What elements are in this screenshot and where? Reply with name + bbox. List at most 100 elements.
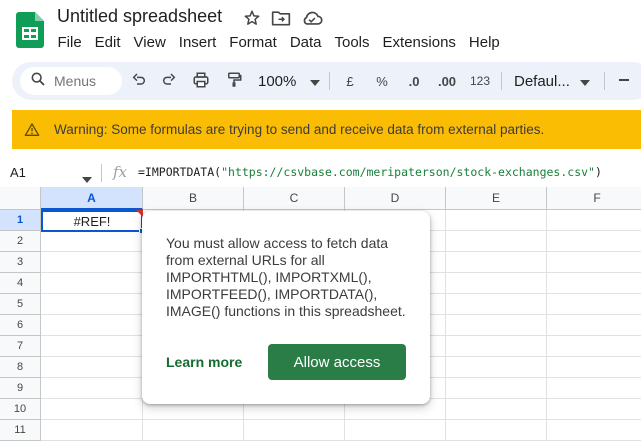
cell-e1[interactable] (446, 210, 547, 231)
print-button[interactable] (189, 69, 213, 93)
menu-format[interactable]: Format (223, 31, 284, 54)
column-header-c[interactable]: C (244, 187, 345, 210)
cell-f4[interactable] (547, 273, 641, 294)
row-header-2[interactable]: 2 (0, 231, 41, 252)
cell-e4[interactable] (446, 273, 547, 294)
menu-extensions[interactable]: Extensions (376, 31, 462, 54)
cell-f3[interactable] (547, 252, 641, 273)
cell-a9[interactable] (41, 378, 143, 399)
popup-line: from external URLs for all (166, 252, 325, 268)
increase-decimal-button[interactable]: .00 (433, 69, 461, 93)
cell-e7[interactable] (446, 336, 547, 357)
cell-a11[interactable] (41, 420, 143, 441)
allow-access-button[interactable]: Allow access (268, 344, 406, 380)
cell-f11[interactable] (547, 420, 641, 441)
learn-more-link[interactable]: Learn more (166, 354, 242, 370)
star-icon[interactable] (243, 9, 261, 27)
sheets-logo-icon[interactable] (16, 12, 44, 48)
warning-text: Warning: Some formulas are trying to sen… (54, 122, 545, 137)
paint-format-button[interactable] (222, 69, 246, 93)
doc-title[interactable]: Untitled spreadsheet (57, 6, 222, 27)
formula-input[interactable]: =IMPORTDATA("https://csvbase.com/meripat… (138, 165, 602, 179)
row-header-6[interactable]: 6 (0, 315, 41, 336)
select-all-corner[interactable] (0, 187, 41, 210)
menu-view[interactable]: View (127, 31, 172, 54)
decrease-decimal-button[interactable]: .0 (402, 69, 426, 93)
move-folder-icon[interactable] (271, 9, 291, 27)
cell-e3[interactable] (446, 252, 547, 273)
undo-button[interactable] (128, 69, 150, 93)
cell-f1[interactable] (547, 210, 641, 231)
column-header-d[interactable]: D (345, 187, 446, 210)
cell-f8[interactable] (547, 357, 641, 378)
redo-button[interactable] (158, 69, 180, 93)
cell-f7[interactable] (547, 336, 641, 357)
row-header-5[interactable]: 5 (0, 294, 41, 315)
column-header-b[interactable]: B (143, 187, 244, 210)
cell-e2[interactable] (446, 231, 547, 252)
font-family-select[interactable]: Defaul... (514, 69, 594, 93)
menu-file[interactable]: File (51, 31, 88, 54)
cell-f10[interactable] (547, 399, 641, 420)
menu-data[interactable]: Data (283, 31, 328, 54)
percent-format-button[interactable]: % (372, 69, 392, 93)
row-header-3[interactable]: 3 (0, 252, 41, 273)
name-box[interactable]: A1 (10, 165, 26, 180)
cell-a4[interactable] (41, 273, 143, 294)
menu-insert[interactable]: Insert (172, 31, 223, 54)
menu-search-input[interactable] (54, 73, 118, 89)
cell-f2[interactable] (547, 231, 641, 252)
chevron-down-icon[interactable] (82, 170, 92, 188)
row-header-9[interactable]: 9 (0, 378, 41, 399)
undo-icon (131, 72, 147, 91)
cell-a5[interactable] (41, 294, 143, 315)
cell-e10[interactable] (446, 399, 547, 420)
row-header-1[interactable]: 1 (0, 210, 41, 231)
row-header-4[interactable]: 4 (0, 273, 41, 294)
cell-b11[interactable] (143, 420, 244, 441)
cell-a7[interactable] (41, 336, 143, 357)
row-header-10[interactable]: 10 (0, 399, 41, 420)
decrease-font-size-button[interactable] (615, 69, 633, 93)
search-icon (30, 71, 46, 92)
formula-string-arg: "https://csvbase.com/meripaterson/stock-… (221, 165, 595, 179)
menu-help[interactable]: Help (462, 31, 506, 54)
menu-bar: File Edit View Insert Format Data Tools … (51, 31, 506, 54)
chevron-down-icon (579, 73, 590, 90)
currency-format-button[interactable]: £ (341, 69, 359, 93)
cell-e6[interactable] (446, 315, 547, 336)
menu-search-box[interactable] (20, 67, 122, 95)
formula-close-paren: ) (594, 165, 602, 179)
cell-a3[interactable] (41, 252, 143, 273)
cell-e8[interactable] (446, 357, 547, 378)
zoom-select[interactable]: 100% (258, 69, 321, 93)
cell-f9[interactable] (547, 378, 641, 399)
number-format-button[interactable]: 123 (468, 69, 492, 93)
row-header-11[interactable]: 11 (0, 420, 41, 441)
cell-e9[interactable] (446, 378, 547, 399)
cell-f5[interactable] (547, 294, 641, 315)
menu-tools[interactable]: Tools (328, 31, 376, 54)
decrease-decimal-label: .0 (408, 73, 420, 89)
popup-line: IMPORTFEED(), IMPORTDATA(), (166, 286, 378, 302)
row-header-7[interactable]: 7 (0, 336, 41, 357)
cell-a8[interactable] (41, 357, 143, 378)
cell-a2[interactable] (41, 231, 143, 252)
formula-bar: A1 fx =IMPORTDATA("https://csvbase.com/m… (0, 160, 641, 186)
cell-a10[interactable] (41, 399, 143, 420)
column-header-e[interactable]: E (446, 187, 547, 210)
cell-e11[interactable] (446, 420, 547, 441)
cell-d11[interactable] (345, 420, 446, 441)
row-header-8[interactable]: 8 (0, 357, 41, 378)
column-header-a[interactable]: A (41, 187, 143, 210)
active-cell-a1[interactable]: #REF! (41, 210, 145, 234)
cell-f6[interactable] (547, 315, 641, 336)
cell-a6[interactable] (41, 315, 143, 336)
toolbar-divider (604, 72, 605, 90)
menu-edit[interactable]: Edit (88, 31, 127, 54)
cell-e5[interactable] (446, 294, 547, 315)
popup-line: IMPORTHTML(), IMPORTXML(), (166, 269, 372, 285)
cloud-status-icon[interactable] (301, 9, 323, 27)
cell-c11[interactable] (244, 420, 345, 441)
column-header-f[interactable]: F (547, 187, 641, 210)
